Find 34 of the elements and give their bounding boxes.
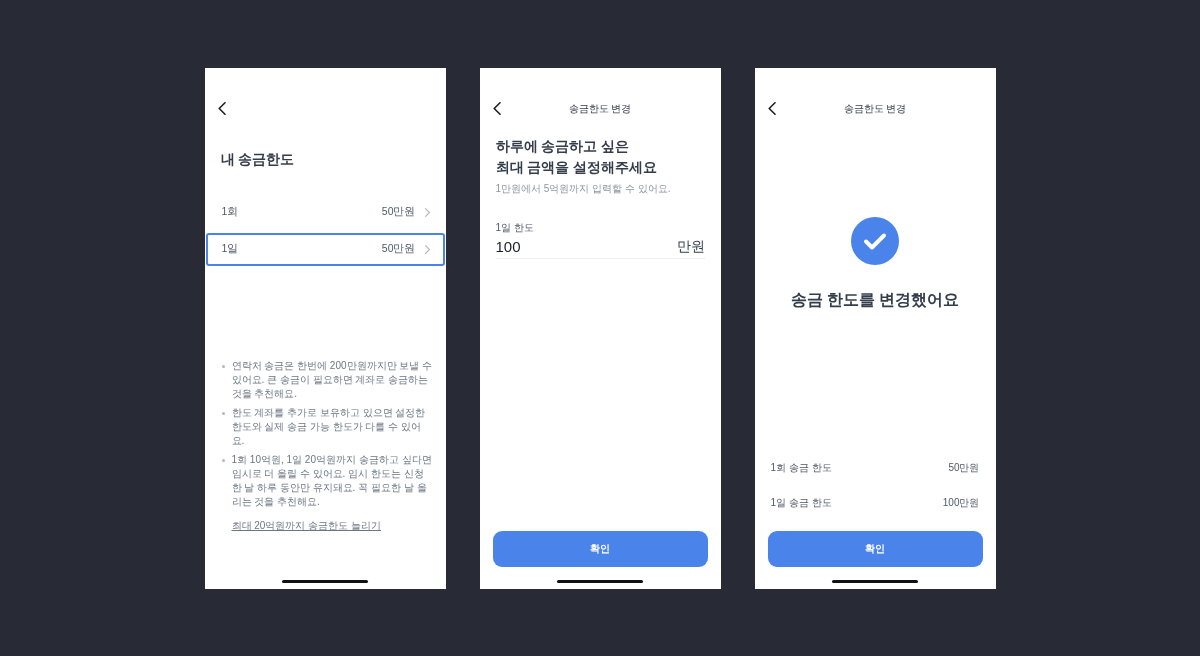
chevron-left-icon <box>767 102 776 115</box>
amount-input[interactable]: 100 <box>495 236 677 257</box>
summary-value: 100만원 <box>942 496 980 510</box>
chevron-left-icon <box>217 102 226 115</box>
row-value: 50만원 <box>381 205 416 219</box>
confirm-button[interactable]: 확인 <box>767 530 983 567</box>
chevron-right-icon <box>424 207 430 217</box>
bullet-icon <box>221 458 225 462</box>
summary-label: 1일 송금 한도 <box>770 496 832 510</box>
note-text: 연락처 송금은 한번에 200만원까지만 보낼 수 있어요. 큰 송금이 필요하면 계좌로 송금하는 것을 추천해요. <box>231 358 434 401</box>
bullet-icon <box>221 364 225 368</box>
hint-text: 1만원에서 5억원까지 입력할 수 있어요. <box>495 181 671 196</box>
question-heading: 하루에 송금하고 싶은 최대 금액을 설정해주세요 <box>495 136 658 177</box>
note-text: 한도 계좌를 추가로 보유하고 있으면 설정한 한도와 실제 송금 가능 한도가 다를 수 있어요. <box>231 405 427 448</box>
bullet-icon <box>221 411 225 415</box>
row-value: 50만원 <box>381 242 416 256</box>
chevron-right-icon <box>424 244 430 254</box>
summary-value: 50만원 <box>948 461 980 475</box>
limit-increase-link[interactable]: 최대 20억원까지 송금한도 늘리기 <box>231 518 381 533</box>
success-message: 송금 한도를 변경했어요 <box>790 289 960 310</box>
screen-title: 송금한도 변경 <box>843 101 907 116</box>
row-label: 1회 <box>221 205 240 219</box>
screen-title: 송금한도 변경 <box>568 101 632 116</box>
chevron-left-icon <box>492 102 501 115</box>
check-circle-icon <box>851 216 899 265</box>
confirm-button[interactable]: 확인 <box>492 530 708 567</box>
note-text: 1회 10억원, 1일 20억원까지 송금하고 싶다면 임시로 더 올릴 수 있어요. 임시 한도는 신청한 날 하루 동안만 유지돼요. 꼭 필요한 날 올리는 것을 추천해요. <box>231 452 433 509</box>
page-title: 내 송금한도 <box>220 149 295 169</box>
limit-row[interactable]: 1회 50만원 <box>205 195 445 229</box>
row-label: 1일 <box>221 242 240 256</box>
summary-label: 1회 송금 한도 <box>770 461 832 475</box>
field-label: 1일 한도 <box>495 220 534 235</box>
limit-row[interactable]: 1일 50만원 <box>205 232 445 266</box>
unit-label: 만원 <box>676 237 705 256</box>
